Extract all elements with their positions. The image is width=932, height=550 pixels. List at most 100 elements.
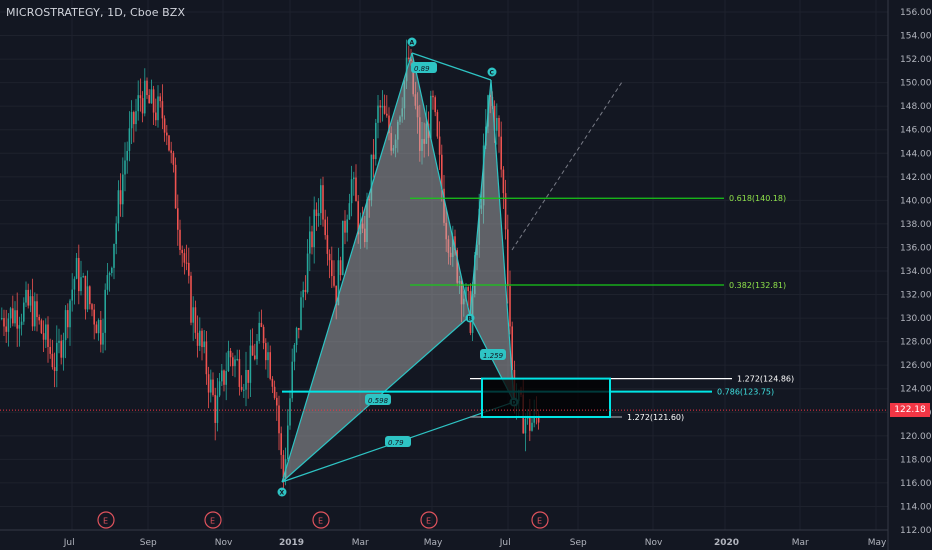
candle-body	[298, 327, 300, 330]
time-axis-label: Mar	[792, 538, 809, 548]
candle-body	[36, 301, 38, 318]
candle-body	[181, 249, 183, 254]
candle-body	[262, 326, 265, 344]
price-axis-label: 140.00	[900, 196, 932, 206]
candle-body	[524, 418, 527, 434]
candle-body	[236, 358, 238, 360]
candle-down	[436, 109, 439, 139]
candle-body	[500, 136, 502, 170]
candle-body	[5, 326, 7, 332]
time-axis-label: Nov	[215, 538, 233, 548]
pattern-point-label: X	[280, 490, 285, 497]
candle-body	[93, 309, 95, 325]
candle-body	[58, 340, 60, 343]
price-axis-label: 146.00	[900, 126, 932, 136]
candle-body	[507, 229, 509, 287]
price-axis-label: 126.00	[900, 361, 932, 371]
earnings-event-label: E	[537, 517, 542, 526]
candle-body	[56, 342, 58, 372]
candle-body	[155, 112, 157, 121]
candle-body	[100, 320, 102, 345]
candle-body	[146, 80, 148, 96]
time-axis-label: May	[424, 538, 443, 548]
candle-body	[159, 96, 161, 102]
candle-body	[126, 150, 128, 161]
chart-canvas[interactable]: 156.00 154.00 152.00 150.00 148.00 146.00 144.…	[0, 0, 932, 550]
candle-body	[306, 253, 309, 293]
candle-body	[144, 80, 146, 114]
candle-body	[179, 229, 181, 250]
price-axis-label: 120.00	[900, 432, 932, 442]
candle-body	[80, 277, 82, 292]
candle-body	[267, 352, 269, 361]
candle-body	[269, 352, 271, 379]
price-axis-label: 132.00	[900, 291, 932, 301]
candle-body	[199, 330, 201, 346]
candle-body	[221, 370, 223, 382]
candle-body	[102, 332, 104, 345]
time-axis-label: 2019	[279, 538, 304, 548]
pattern-point-label: B	[468, 316, 473, 323]
price-axis-label: 138.00	[900, 220, 932, 230]
last-price-badge: 122.18	[890, 403, 930, 418]
candle-body	[111, 267, 113, 274]
candle-body	[348, 203, 351, 220]
candle-body	[18, 325, 21, 329]
candle-body	[12, 308, 14, 324]
candle-body	[379, 105, 381, 108]
candle-body	[212, 379, 214, 395]
candle-body	[122, 174, 124, 205]
candle-body	[375, 122, 377, 160]
price-axis-label: 114.00	[900, 502, 932, 512]
candle-body	[300, 297, 302, 330]
chart-area[interactable]: 156.00 154.00 152.00 150.00 148.00 146.00 144.…	[0, 0, 932, 550]
candle-body	[170, 150, 172, 153]
level-1272-lower-label: 1.272(121.60)	[627, 413, 684, 422]
candle-body	[91, 304, 93, 310]
candle-body	[166, 132, 168, 136]
level-0786-label: 0.786(123.75)	[717, 388, 774, 397]
candle-body	[249, 345, 252, 383]
candle-body	[51, 353, 54, 368]
candle-body	[225, 370, 227, 385]
candle-body	[238, 358, 241, 387]
candle-body	[243, 389, 245, 391]
candle-body	[234, 359, 236, 367]
price-axis-label: 134.00	[900, 267, 932, 277]
candle-body	[227, 350, 230, 371]
candle-body	[108, 273, 111, 276]
price-axis-label: 148.00	[900, 102, 932, 112]
candle-body	[260, 322, 263, 327]
candle-body	[14, 310, 16, 324]
time-axis-label: Mar	[352, 538, 369, 548]
candle-body	[304, 289, 307, 293]
candle-body	[311, 231, 313, 248]
candle-body	[71, 289, 73, 301]
candle-body	[258, 322, 260, 342]
candle-body	[280, 433, 282, 455]
candle-body	[27, 289, 29, 306]
candle-body	[113, 244, 115, 268]
candle-body	[34, 301, 36, 327]
candle-body	[324, 219, 326, 236]
candle-body	[210, 379, 212, 393]
candle-body	[104, 289, 106, 333]
candle-body	[254, 355, 256, 360]
prz-box	[481, 377, 611, 418]
candle-body	[430, 95, 432, 138]
candle-body	[31, 296, 34, 327]
candle-body	[339, 260, 342, 276]
candle-body	[139, 95, 142, 99]
candle-body	[163, 118, 166, 133]
ratio-label: 0.598	[368, 397, 389, 405]
candle-body	[174, 164, 177, 209]
candle-body	[133, 112, 135, 125]
time-axis-label: Jul	[499, 538, 511, 548]
candle-body	[130, 112, 133, 129]
candle-body	[531, 422, 533, 431]
candle-body	[128, 128, 131, 151]
candle-body	[161, 101, 164, 119]
candle-body	[73, 278, 76, 290]
candle-body	[119, 190, 122, 205]
price-axis-label: 128.00	[900, 338, 932, 348]
